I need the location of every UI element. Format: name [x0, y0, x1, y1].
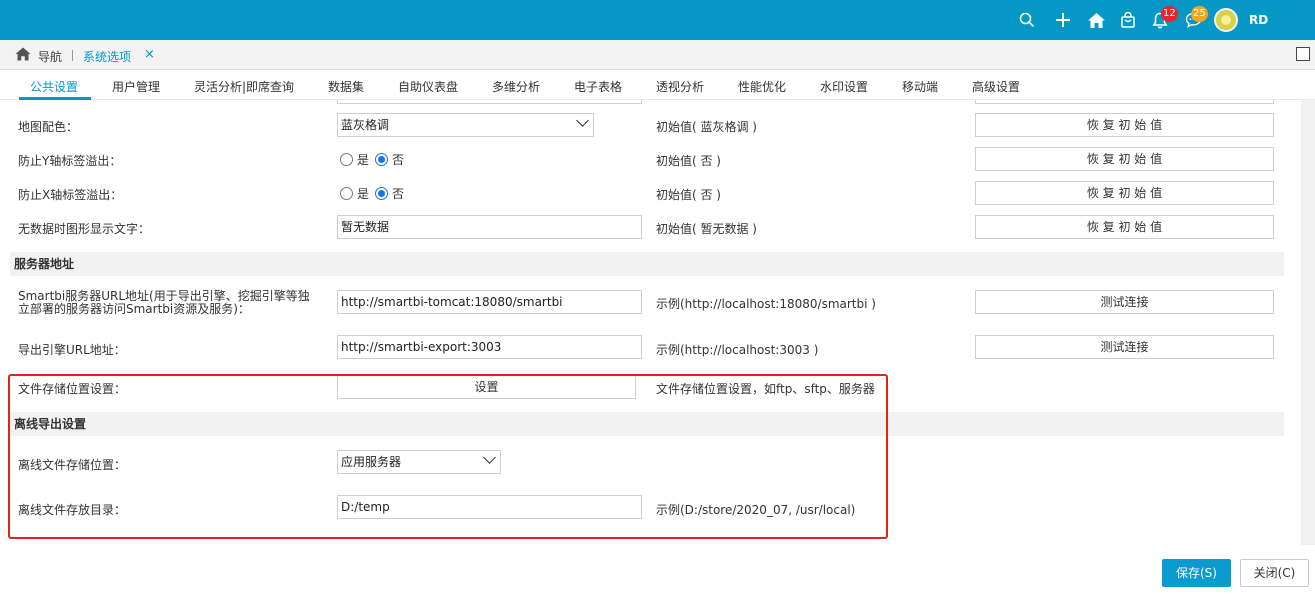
- bag-icon[interactable]: [1117, 0, 1139, 40]
- tab-olap[interactable]: 多维分析: [492, 78, 540, 95]
- restore-default-button[interactable]: 恢 复 初 始 值: [975, 215, 1274, 239]
- user-menu[interactable]: RD: [1214, 0, 1276, 40]
- tab-system-options[interactable]: 系统选项: [83, 48, 131, 65]
- restore-default-button[interactable]: 恢 复 初 始 值: [975, 147, 1274, 171]
- file-storage-label: 文件存储位置设置：: [18, 382, 127, 396]
- offline-storage-dir-hint: 示例(D:/store/2020_07, /usr/local): [656, 503, 856, 517]
- export-url-input[interactable]: http://smartbi-export:3003: [337, 335, 642, 359]
- no-data-text-label: 无数据时图形显示文字：: [18, 222, 151, 236]
- export-url-hint: 示例(http://localhost:3003 ): [656, 343, 819, 357]
- file-storage-settings-button[interactable]: 设置: [337, 375, 636, 399]
- maximize-icon[interactable]: [1296, 47, 1310, 61]
- x-overflow-hint: 初始值( 否 ): [656, 188, 721, 202]
- bell-icon[interactable]: 12: [1149, 0, 1178, 40]
- y-overflow-label: 防止Y轴标签溢出：: [18, 154, 122, 168]
- radio-yes-label: 是: [357, 187, 370, 201]
- tab-advanced[interactable]: 高级设置: [972, 78, 1020, 95]
- y-overflow-hint: 初始值( 否 ): [656, 154, 721, 168]
- no-data-text-hint: 初始值( 暂无数据 ): [656, 222, 757, 236]
- radio-no-label: 否: [392, 153, 405, 167]
- nav-label[interactable]: 导航: [38, 48, 62, 65]
- tab-mobile[interactable]: 移动端: [902, 78, 938, 95]
- close-tab-icon[interactable]: ×: [144, 47, 155, 62]
- no-data-text-input[interactable]: 暂无数据: [337, 215, 642, 239]
- radio-yes[interactable]: [340, 153, 353, 166]
- message-badge: 25: [1191, 6, 1208, 22]
- top-bar: 12 25 RD: [0, 0, 1315, 40]
- y-overflow-radio-group: 是 否: [340, 151, 404, 168]
- home-icon[interactable]: [15, 47, 31, 64]
- export-url-label: 导出引擎URL地址：: [18, 343, 126, 357]
- close-button[interactable]: 关闭(C): [1240, 559, 1309, 587]
- offline-storage-dir-input[interactable]: D:/temp: [337, 495, 642, 519]
- file-storage-hint: 文件存储位置设置，如ftp、sftp、服务器: [656, 382, 875, 396]
- avatar: [1214, 8, 1238, 32]
- search-icon[interactable]: [1016, 0, 1038, 40]
- tab-user-management[interactable]: 用户管理: [112, 78, 160, 95]
- offline-section-header: 离线导出设置: [10, 412, 1284, 436]
- radio-yes-label: 是: [357, 153, 370, 167]
- scrollbar[interactable]: [1301, 100, 1315, 545]
- chat-icon[interactable]: 25: [1182, 0, 1208, 40]
- user-initials: RD: [1249, 13, 1269, 27]
- offline-storage-location-select[interactable]: 应用服务器: [337, 450, 501, 474]
- x-overflow-label: 防止X轴标签溢出：: [18, 188, 123, 202]
- tab-spreadsheet[interactable]: 电子表格: [574, 78, 622, 95]
- tab-dataset[interactable]: 数据集: [328, 78, 364, 95]
- radio-no[interactable]: [375, 187, 389, 200]
- home-icon[interactable]: [1084, 0, 1108, 40]
- test-connection-button[interactable]: 测试连接: [975, 335, 1274, 359]
- scrolled-row-remnant: [337, 100, 642, 104]
- tab-pivot[interactable]: 透视分析: [656, 78, 704, 95]
- tab-dashboard[interactable]: 自助仪表盘: [398, 78, 458, 95]
- tab-public-settings[interactable]: 公共设置: [30, 78, 78, 95]
- map-color-hint: 初始值( 蓝灰格调 ): [656, 120, 757, 134]
- active-tab-underline: [19, 97, 91, 100]
- save-button[interactable]: 保存(S): [1162, 559, 1231, 587]
- notification-badge: 12: [1161, 6, 1178, 22]
- chevron-down-icon: [576, 114, 589, 127]
- map-color-select[interactable]: 蓝灰格调: [337, 113, 594, 137]
- server-section-header: 服务器地址: [10, 252, 1284, 276]
- plus-icon[interactable]: [1052, 0, 1074, 40]
- radio-no[interactable]: [375, 153, 389, 166]
- smartbi-url-hint: 示例(http://localhost:18080/smartbi ): [656, 297, 876, 311]
- restore-default-button[interactable]: 恢 复 初 始 值: [975, 113, 1274, 137]
- offline-storage-location-label: 离线文件存储位置：: [18, 458, 127, 472]
- divider: [72, 50, 73, 61]
- smartbi-url-label: Smartbi服务器URL地址(用于导出引擎、挖掘引擎等独立部署的服务器访问Sm…: [18, 289, 310, 316]
- tab-bar: 导航 系统选项 ×: [0, 40, 1315, 70]
- map-color-label: 地图配色：: [18, 120, 79, 134]
- radio-no-label: 否: [392, 187, 405, 201]
- settings-menu: 公共设置 用户管理 灵活分析|即席查询 数据集 自助仪表盘 多维分析 电子表格 …: [0, 71, 1315, 100]
- radio-yes[interactable]: [340, 187, 353, 200]
- restore-default-button[interactable]: 恢 复 初 始 值: [975, 181, 1274, 205]
- smartbi-url-input[interactable]: http://smartbi-tomcat:18080/smartbi: [337, 290, 642, 314]
- chevron-down-icon: [483, 451, 496, 464]
- tab-performance[interactable]: 性能优化: [738, 78, 786, 95]
- offline-storage-dir-label: 离线文件存放目录：: [18, 503, 127, 517]
- x-overflow-radio-group: 是 否: [340, 185, 404, 202]
- tab-watermark[interactable]: 水印设置: [820, 78, 868, 95]
- scrolled-row-remnant: [975, 100, 1274, 104]
- tab-flexible-analysis[interactable]: 灵活分析|即席查询: [194, 78, 294, 95]
- test-connection-button[interactable]: 测试连接: [975, 290, 1274, 314]
